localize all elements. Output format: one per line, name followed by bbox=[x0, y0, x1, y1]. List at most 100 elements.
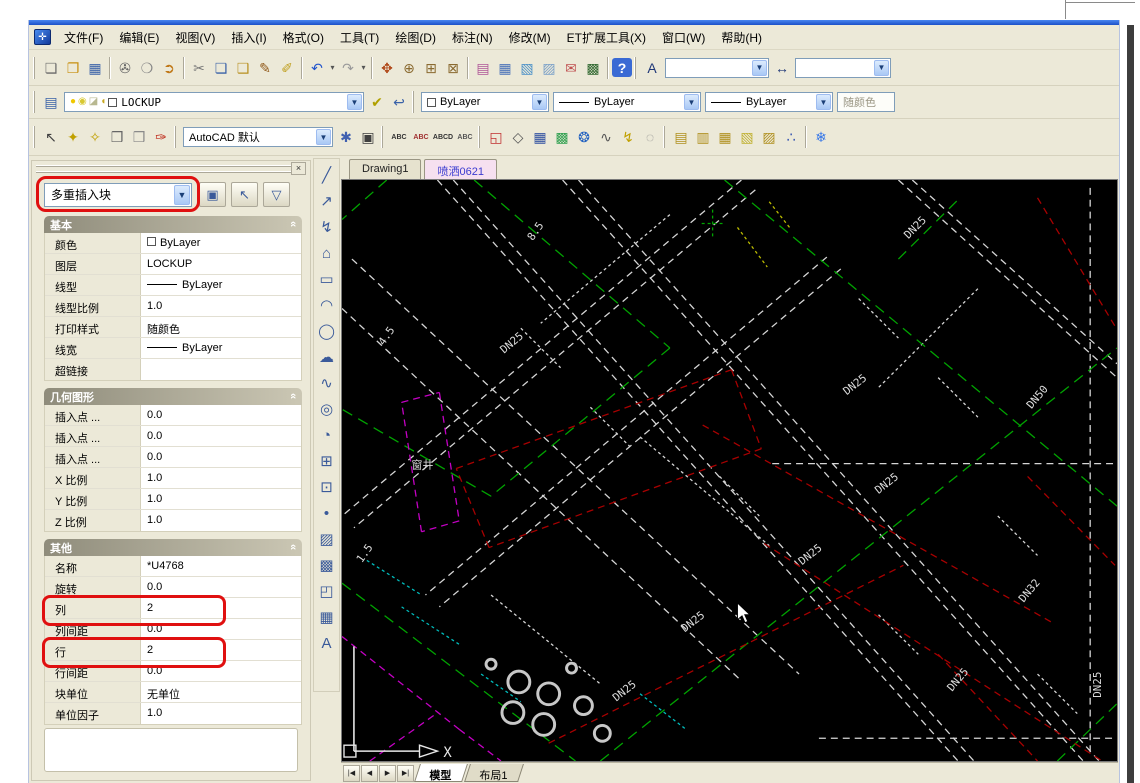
menu-item[interactable]: 帮助(H) bbox=[713, 25, 770, 50]
property-value[interactable]: 1.0 bbox=[141, 510, 301, 531]
menu-item[interactable]: 视图(V) bbox=[167, 25, 223, 50]
menu-item[interactable]: 修改(M) bbox=[501, 25, 559, 50]
dim-style-combo[interactable]: ▼ bbox=[795, 57, 891, 78]
text-style-icon[interactable]: A bbox=[641, 57, 663, 79]
chevron-down-icon[interactable]: ▼ bbox=[874, 59, 889, 76]
chevron-down-icon[interactable]: ▼ bbox=[174, 184, 190, 205]
menu-item[interactable]: 格式(O) bbox=[275, 25, 332, 50]
find-and-replace-text-icon[interactable]: ABC bbox=[388, 126, 410, 148]
dropdown-arrow-icon[interactable]: ▾ bbox=[359, 57, 368, 79]
plot-style-combo[interactable]: 随颜色 bbox=[837, 92, 895, 112]
spline-icon[interactable]: ∿ bbox=[315, 370, 338, 396]
property-value[interactable]: 1.0 bbox=[141, 703, 301, 724]
circle-icon[interactable]: ◯ bbox=[315, 318, 338, 344]
chevron-down-icon[interactable]: ▼ bbox=[347, 94, 362, 110]
layer-walk-icon[interactable]: ▤ bbox=[670, 126, 692, 148]
point-icon[interactable]: • bbox=[315, 500, 338, 526]
section-header[interactable]: 几何图形 « bbox=[44, 388, 302, 405]
pan-icon[interactable]: ✥ bbox=[376, 57, 398, 79]
polygon-icon[interactable]: ⌂ bbox=[315, 240, 338, 266]
layer-combo[interactable]: ● ◉ ◪ ◖ LOCKUP ▼ bbox=[64, 92, 364, 112]
properties-palette-icon[interactable]: ▤ bbox=[472, 57, 494, 79]
tool-palettes-icon[interactable]: ▧ bbox=[516, 57, 538, 79]
format-painter-icon[interactable]: ✐ bbox=[276, 57, 298, 79]
named-views-icon[interactable]: ◌ bbox=[639, 126, 661, 148]
new-icon[interactable]: ❏ bbox=[40, 57, 62, 79]
quick-calc-icon[interactable]: ▩ bbox=[582, 57, 604, 79]
text-mask-icon[interactable]: ABCD bbox=[432, 126, 454, 148]
select-objects-button[interactable]: ↖ bbox=[231, 182, 258, 207]
plot-preview-icon[interactable]: ❍ bbox=[136, 57, 158, 79]
footprints-icon[interactable]: ∴ bbox=[780, 126, 802, 148]
menu-item[interactable]: 插入(I) bbox=[223, 25, 274, 50]
make-block-icon[interactable]: ⊡ bbox=[315, 474, 338, 500]
menu-item[interactable]: 标注(N) bbox=[444, 25, 501, 50]
collapse-chevron-icon[interactable]: « bbox=[287, 544, 299, 550]
quick-select-button[interactable]: ▽ bbox=[263, 182, 290, 207]
markup-set-manager-icon[interactable]: ✉ bbox=[560, 57, 582, 79]
match-properties-icon[interactable]: ✎ bbox=[254, 57, 276, 79]
property-value[interactable]: ByLayer bbox=[141, 275, 301, 295]
menu-item[interactable]: 文件(F) bbox=[56, 25, 111, 50]
insert-block-icon[interactable]: ⊞ bbox=[315, 448, 338, 474]
block-attribute-icon[interactable]: ◇ bbox=[507, 126, 529, 148]
arc-icon[interactable]: ◠ bbox=[315, 292, 338, 318]
sheet-set-manager-icon[interactable]: ▨ bbox=[538, 57, 560, 79]
property-value[interactable]: 0.0 bbox=[141, 426, 301, 446]
designcenter-icon[interactable]: ▦ bbox=[494, 57, 516, 79]
property-value[interactable]: 无单位 bbox=[141, 682, 301, 702]
sheet-nav-button[interactable]: ◀ bbox=[361, 764, 378, 782]
sheet-tab[interactable]: 模型 bbox=[414, 764, 468, 782]
sheet-nav-button[interactable]: |◀ bbox=[343, 764, 360, 782]
menu-item[interactable]: 工具(T) bbox=[332, 25, 387, 50]
linetype-combo[interactable]: ByLayer ▼ bbox=[553, 92, 701, 112]
quick-select-cursor-icon[interactable]: ↖ bbox=[40, 126, 62, 148]
property-value[interactable]: 随颜色 bbox=[141, 317, 301, 337]
table-icon[interactable]: ▦ bbox=[315, 604, 338, 630]
property-value[interactable]: 0.0 bbox=[141, 405, 301, 425]
revision-cloud-icon[interactable]: ☁ bbox=[315, 344, 338, 370]
chevron-down-icon[interactable]: ▼ bbox=[316, 129, 331, 145]
property-value[interactable]: ByLayer bbox=[141, 233, 301, 253]
ellipse-arc-icon[interactable]: ◔ bbox=[315, 422, 338, 448]
arc-aligned-text-icon[interactable]: ABC bbox=[454, 126, 476, 148]
revision-sketch-icon[interactable]: ∿ bbox=[595, 126, 617, 148]
property-value[interactable]: LOCKUP bbox=[141, 254, 301, 274]
layer-previous-icon[interactable]: ↩ bbox=[388, 91, 410, 113]
paste-icon[interactable]: ❑ bbox=[232, 57, 254, 79]
property-value[interactable]: 2 bbox=[141, 598, 301, 618]
chevron-down-icon[interactable]: ▼ bbox=[752, 59, 767, 76]
property-value[interactable]: 0.0 bbox=[141, 619, 301, 639]
lock-icon[interactable]: ◖ bbox=[100, 97, 106, 107]
layer-match-icon[interactable]: ▥ bbox=[692, 126, 714, 148]
gradient-icon[interactable]: ▩ bbox=[315, 552, 338, 578]
image-adjust-icon[interactable]: ▩ bbox=[551, 126, 573, 148]
selection-type-combo[interactable]: 多重插入块 ▼ bbox=[44, 182, 192, 207]
isolate-objects-icon[interactable]: ✦ bbox=[62, 126, 84, 148]
layer-lock-icon[interactable]: ▨ bbox=[758, 126, 780, 148]
doc-tab[interactable]: Drawing1 bbox=[349, 159, 422, 179]
trim-to-edge-icon[interactable]: ❒ bbox=[128, 126, 150, 148]
sheet-nav-button[interactable]: ▶| bbox=[397, 764, 414, 782]
make-object-layer-current-icon[interactable]: ✔ bbox=[366, 91, 388, 113]
multiline-text-icon[interactable]: A bbox=[315, 630, 338, 656]
property-value[interactable]: 1.0 bbox=[141, 296, 301, 316]
chevron-down-icon[interactable]: ▼ bbox=[532, 94, 547, 110]
section-header[interactable]: 其他 « bbox=[44, 539, 302, 556]
menu-item[interactable]: 绘图(D) bbox=[387, 25, 444, 50]
zoom-window-icon[interactable]: ⊞ bbox=[420, 57, 442, 79]
zoom-realtime-icon[interactable]: ⊕ bbox=[398, 57, 420, 79]
undo-icon[interactable]: ↶ bbox=[306, 57, 328, 79]
red-marker-brush-icon[interactable]: ✑ bbox=[150, 126, 172, 148]
image-attach-icon[interactable]: ▦ bbox=[529, 126, 551, 148]
text-style-combo[interactable]: ▼ bbox=[665, 57, 769, 78]
help-icon[interactable]: ? bbox=[612, 58, 632, 77]
property-value[interactable]: 2 bbox=[141, 640, 301, 660]
property-value[interactable]: ByLayer bbox=[141, 338, 301, 358]
chevron-down-icon[interactable]: ▼ bbox=[816, 94, 831, 110]
menu-item[interactable]: 编辑(E) bbox=[111, 25, 167, 50]
layer-freeze-icon[interactable]: ❄ bbox=[810, 126, 832, 148]
hatch-icon[interactable]: ▨ bbox=[315, 526, 338, 552]
publish-icon[interactable]: ➲ bbox=[158, 57, 180, 79]
my-workspace-icon[interactable]: ▣ bbox=[357, 126, 379, 148]
